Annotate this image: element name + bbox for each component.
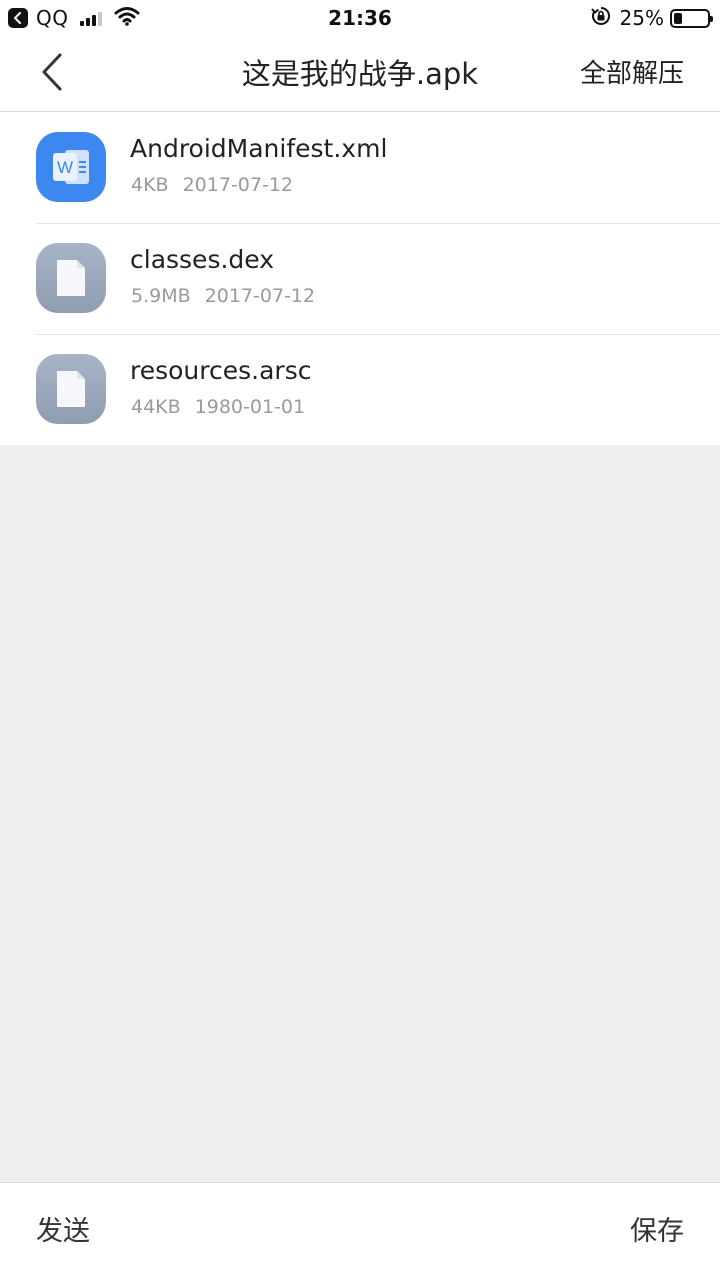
file-row-androidmanifest[interactable]: W AndroidManifest.xml 4KB 2017-07-12 xyxy=(0,112,720,223)
bottom-bar: 发送 保存 xyxy=(0,1182,720,1280)
status-right: 25% xyxy=(590,0,713,36)
file-row-classes-dex[interactable]: classes.dex 5.9MB 2017-07-12 xyxy=(0,223,720,334)
file-date: 1980-01-01 xyxy=(194,396,306,418)
send-button[interactable]: 发送 xyxy=(36,1183,90,1280)
file-icon xyxy=(36,243,106,313)
status-bar: QQ 21:36 25% xyxy=(0,0,720,36)
back-to-app-icon[interactable] xyxy=(8,8,28,28)
battery-percent: 25% xyxy=(619,6,664,30)
file-size: 5.9MB xyxy=(131,285,191,307)
battery-level xyxy=(674,12,682,24)
file-size: 44KB xyxy=(131,396,181,418)
nav-bar: 这是我的战争.apk 全部解压 xyxy=(0,36,720,112)
wifi-icon xyxy=(114,6,140,31)
svg-text:W: W xyxy=(57,158,73,177)
file-meta: 44KB 1980-01-01 xyxy=(131,396,305,418)
file-name: resources.arsc xyxy=(130,356,312,385)
file-date: 2017-07-12 xyxy=(182,174,294,196)
back-button[interactable] xyxy=(30,52,74,96)
battery-icon xyxy=(670,8,713,28)
screen: QQ 21:36 25% 这是我的战争.apk 全部解压 W AndroidMa… xyxy=(0,0,720,1280)
chevron-left-icon xyxy=(39,52,65,96)
status-carrier[interactable]: QQ xyxy=(36,6,68,30)
rotation-lock-icon xyxy=(590,5,612,32)
file-name: AndroidManifest.xml xyxy=(130,134,388,163)
extract-all-button[interactable]: 全部解压 xyxy=(580,36,684,112)
file-meta: 4KB 2017-07-12 xyxy=(131,174,293,196)
status-left: QQ xyxy=(8,0,140,36)
save-button[interactable]: 保存 xyxy=(630,1183,684,1280)
file-icon xyxy=(36,354,106,424)
page-title: 这是我的战争.apk xyxy=(241,57,479,91)
file-name: classes.dex xyxy=(130,245,275,274)
word-doc-icon: W xyxy=(36,132,106,202)
file-list: W AndroidManifest.xml 4KB 2017-07-12 clas… xyxy=(0,112,720,445)
file-size: 4KB xyxy=(131,174,169,196)
file-row-resources-arsc[interactable]: resources.arsc 44KB 1980-01-01 xyxy=(0,334,720,445)
file-date: 2017-07-12 xyxy=(204,285,316,307)
signal-icon xyxy=(80,10,104,26)
file-meta: 5.9MB 2017-07-12 xyxy=(131,285,315,307)
